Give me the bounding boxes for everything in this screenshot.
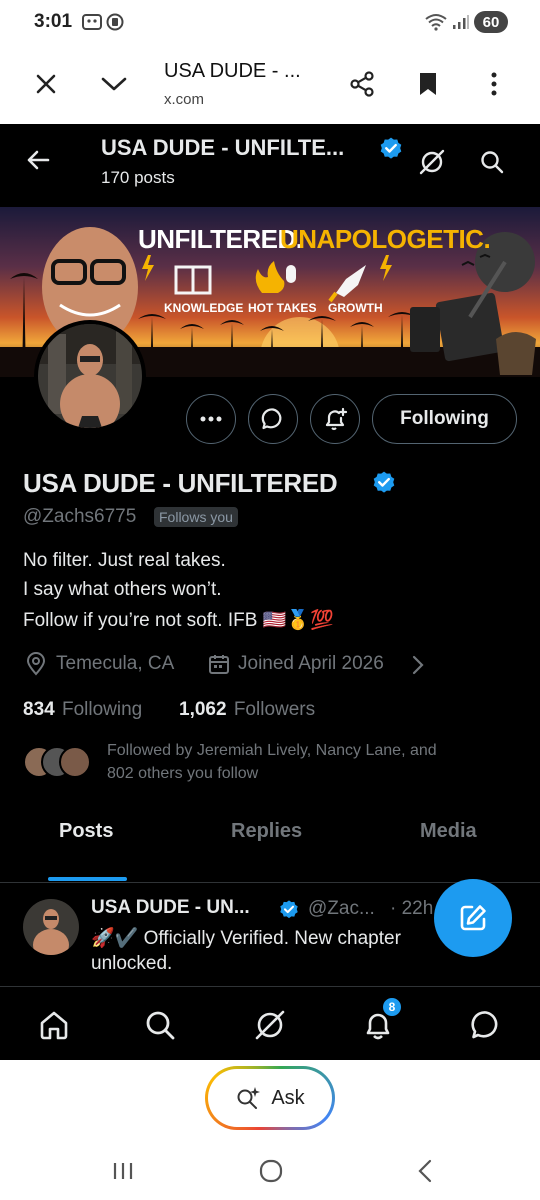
profile-location: Temecula, CA xyxy=(56,653,175,674)
profile-joined-date: Joined April 2026 xyxy=(238,653,384,674)
chevron-right-icon[interactable] xyxy=(412,655,424,675)
screenshot-icon xyxy=(82,13,102,31)
banner-badge-hot-takes: HOT TAKES xyxy=(248,301,317,315)
close-icon[interactable] xyxy=(28,66,64,102)
post-avatar[interactable] xyxy=(23,899,79,955)
banner-badge-knowledge: KNOWLEDGE xyxy=(164,301,244,315)
bookmark-icon[interactable] xyxy=(410,66,446,102)
mutual-followers-avatars[interactable] xyxy=(23,744,93,780)
compose-post-button[interactable] xyxy=(434,879,512,957)
notification-count-badge: 8 xyxy=(382,997,402,1017)
home-icon[interactable] xyxy=(34,1005,74,1045)
chevron-down-icon[interactable] xyxy=(96,66,132,102)
ask-button[interactable]: Ask xyxy=(205,1066,335,1130)
followers-count-link[interactable]: 1,062 Followers xyxy=(179,699,315,721)
location-pin-icon xyxy=(25,652,47,676)
post-author-handle: @Zac... xyxy=(308,898,375,919)
messages-icon[interactable] xyxy=(466,1005,506,1045)
post-author-name[interactable]: USA DUDE - UN... xyxy=(91,897,250,919)
page-title: USA DUDE - ... xyxy=(164,60,301,82)
verified-badge-icon xyxy=(378,136,404,162)
grok-icon[interactable] xyxy=(414,144,450,180)
bell-plus-icon xyxy=(325,407,348,431)
tab-media[interactable]: Media xyxy=(420,820,477,843)
bio-line: Follow if you’re not soft. IFB 🇺🇸🥇💯 xyxy=(23,610,334,631)
signal-icon xyxy=(452,14,470,30)
bio-line: I say what others won’t. xyxy=(23,579,222,600)
more-options-button[interactable] xyxy=(186,394,236,444)
active-tab-indicator xyxy=(48,877,127,881)
follows-you-badge: Follows you xyxy=(154,507,238,527)
bottom-nav: 8 xyxy=(0,986,540,1060)
followed-by-text[interactable]: Followed by Jeremiah Lively, Nancy Lane,… xyxy=(107,742,437,760)
banner-headline-a: UNFILTERED. xyxy=(138,224,303,254)
notify-button[interactable] xyxy=(310,394,360,444)
banner-badge-growth: GROWTH xyxy=(328,301,383,315)
more-vertical-icon[interactable] xyxy=(476,66,512,102)
post-timestamp[interactable]: · 22h xyxy=(390,898,433,920)
verified-badge-icon xyxy=(278,899,300,921)
posts-count: 170 posts xyxy=(101,168,175,187)
chat-bubble-icon xyxy=(261,408,282,430)
tab-replies[interactable]: Replies xyxy=(231,820,302,843)
following-button[interactable]: Following xyxy=(372,394,517,444)
ask-label: Ask xyxy=(271,1086,305,1109)
avatar xyxy=(59,746,91,778)
search-icon[interactable] xyxy=(474,144,510,180)
share-icon[interactable] xyxy=(344,66,380,102)
page-url[interactable]: x.com xyxy=(164,91,204,108)
wifi-icon xyxy=(424,13,448,31)
compose-pencil-icon xyxy=(460,905,486,931)
battery-indicator: 60 xyxy=(474,11,508,33)
followed-by-text[interactable]: 802 others you follow xyxy=(107,765,258,783)
bio-line: No filter. Just real takes. xyxy=(23,550,226,571)
verified-badge-icon xyxy=(371,470,397,496)
profile-avatar[interactable] xyxy=(34,320,146,432)
following-count-link[interactable]: 834 Following xyxy=(23,699,142,721)
home-button-icon[interactable] xyxy=(254,1154,288,1188)
grok-icon[interactable] xyxy=(250,1005,290,1045)
search-icon[interactable] xyxy=(140,1005,180,1045)
profile-handle: @Zachs6775 xyxy=(23,506,137,527)
tab-posts[interactable]: Posts xyxy=(59,820,113,843)
calendar-icon xyxy=(208,653,230,675)
banner-headline-b: UNAPOLOGETIC. xyxy=(280,224,491,254)
following-label: Following xyxy=(61,699,143,720)
search-sparkle-icon xyxy=(237,1087,261,1109)
notification-app-icon xyxy=(106,13,124,31)
system-navigation: Ask xyxy=(0,1060,540,1200)
browser-toolbar: USA DUDE - ... x.com xyxy=(0,44,540,124)
recent-apps-icon[interactable] xyxy=(106,1154,140,1188)
profile-display-name: USA DUDE - UNFILTERED xyxy=(23,468,338,498)
status-time: 3:01 xyxy=(34,11,73,32)
status-bar: 3:01 60 xyxy=(0,0,540,44)
message-button[interactable] xyxy=(248,394,298,444)
followers-label: Followers xyxy=(233,699,316,720)
following-count: 834 xyxy=(23,699,55,720)
post-text: 🚀✔️ Officially Verified. New chapter xyxy=(91,928,401,949)
back-arrow-icon[interactable] xyxy=(20,142,56,178)
post-text: unlocked. xyxy=(91,953,173,974)
followers-count: 1,062 xyxy=(179,699,227,720)
avatar-photo xyxy=(38,324,142,428)
back-button-icon[interactable] xyxy=(408,1154,442,1188)
header-name: USA DUDE - UNFILTE... xyxy=(101,135,345,160)
profile-page: USA DUDE - UNFILTE... 170 posts UNFILTER… xyxy=(0,124,540,1060)
more-horizontal-icon xyxy=(200,416,222,422)
